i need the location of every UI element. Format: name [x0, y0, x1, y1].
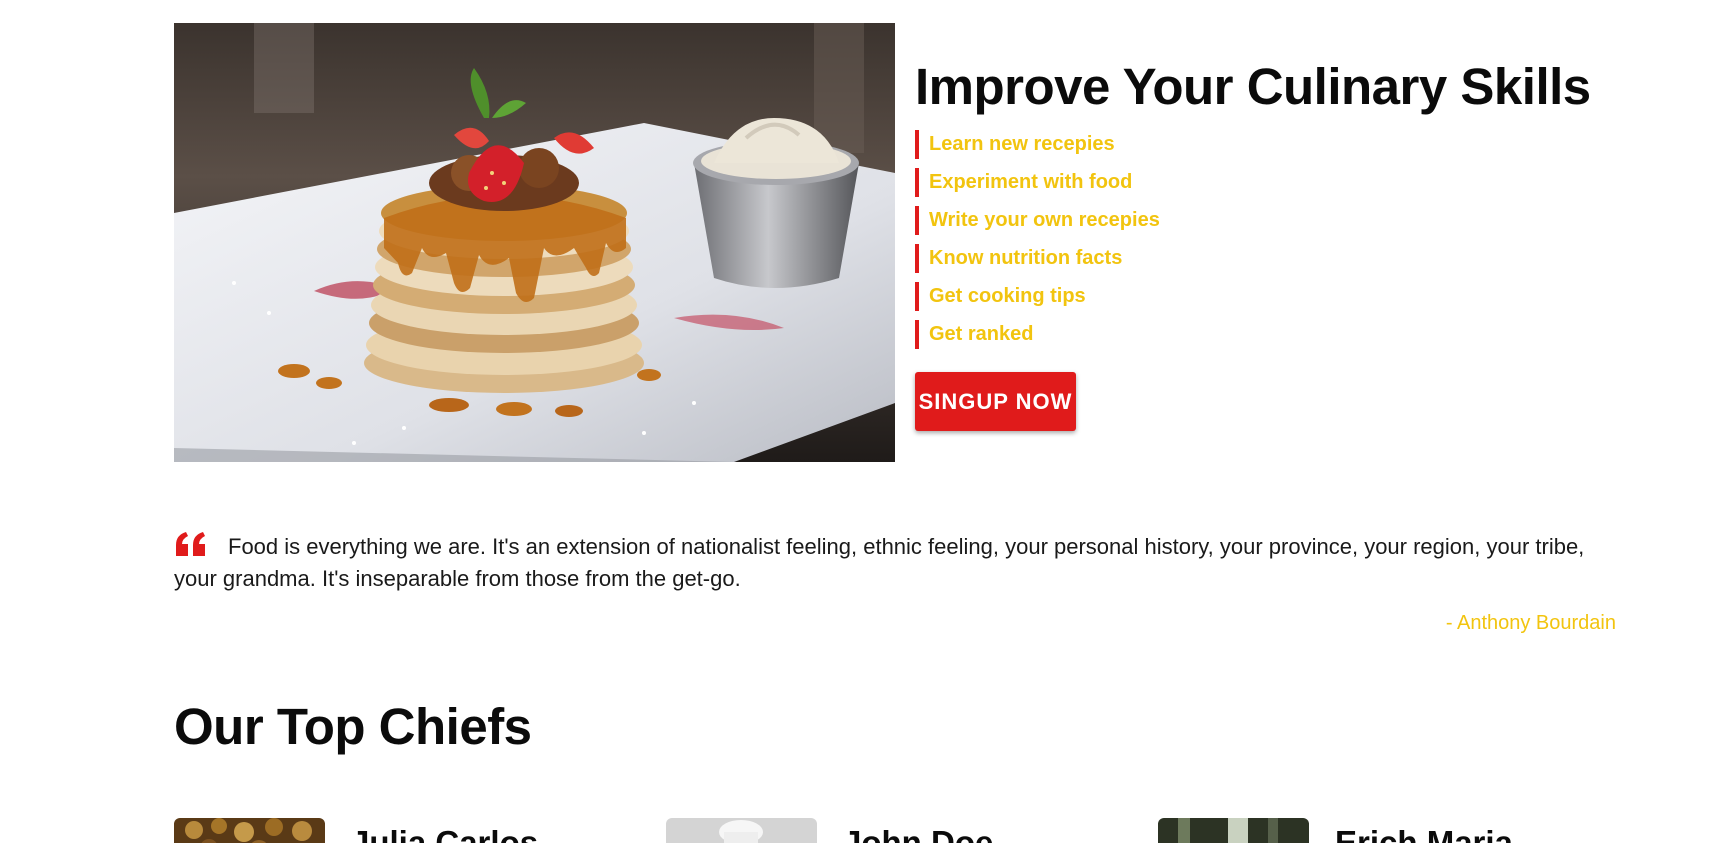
- page: Improve Your Culinary Skills Learn new r…: [0, 0, 1736, 843]
- chief-avatar: [666, 818, 817, 843]
- quote-block: Food is everything we are. It's an exten…: [174, 532, 1616, 635]
- chief-name: Erich Maria: [1335, 824, 1513, 843]
- chief-name: John Doe: [843, 824, 994, 843]
- feature-item: Experiment with food: [915, 168, 1635, 197]
- chief-name: Julia Carlos: [351, 824, 539, 843]
- hero-content: Improve Your Culinary Skills Learn new r…: [915, 54, 1635, 431]
- feature-item: Know nutrition facts: [915, 244, 1635, 273]
- quote-paragraph: Food is everything we are. It's an exten…: [174, 532, 1616, 594]
- chiefs-title: Our Top Chiefs: [174, 698, 532, 755]
- quote-text: Food is everything we are. It's an exten…: [174, 534, 1585, 591]
- quote-author: - Anthony Bourdain: [1445, 612, 1616, 634]
- feature-item: Get ranked: [915, 320, 1635, 349]
- feature-item: Get cooking tips: [915, 282, 1635, 311]
- hero-image: [174, 23, 895, 462]
- hero-title: Improve Your Culinary Skills: [915, 58, 1591, 115]
- feature-list: Learn new recepies Experiment with food …: [915, 130, 1635, 349]
- chief-avatar: [1158, 818, 1309, 843]
- feature-item: Learn new recepies: [915, 130, 1635, 159]
- feature-item: Write your own recepies: [915, 206, 1635, 235]
- signup-button[interactable]: SINGUP NOW: [915, 372, 1076, 431]
- quote-icon: [174, 532, 208, 564]
- chief-avatar: [174, 818, 325, 843]
